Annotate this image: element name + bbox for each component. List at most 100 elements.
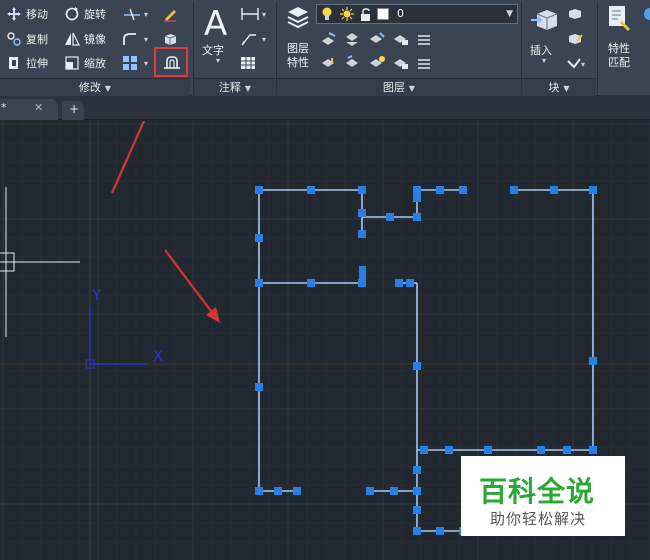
grip-handle [413,466,421,474]
trim-button[interactable]: ▾ [122,4,148,24]
properties-panel: 特性 匹配 [598,0,650,96]
dimension-dropdown-icon[interactable]: ▾ [262,10,266,19]
layer-properties-button[interactable]: 图层 特性 [281,2,315,76]
erase-button[interactable] [162,4,182,24]
grip-handle [413,506,421,514]
rotate-label: 旋转 [84,8,106,21]
rotate-button[interactable]: 旋转 [64,4,106,24]
layer-lock-icon[interactable] [392,31,410,51]
document-tab-label: * [1,101,7,114]
annotation-panel: A 文字 ▾ ▾ ▾ 注释 ▼ [194,0,276,96]
stretch-label: 拉伸 [26,57,48,70]
explode-button[interactable] [162,29,182,49]
text-dropdown-icon: ▾ [216,56,221,65]
mirror-icon [64,31,80,47]
red-arrow-up [110,121,146,194]
grip-handle [307,279,315,287]
mirror-button[interactable]: 镜像 [64,29,106,49]
edit-block-icon[interactable] [566,31,584,51]
unlock-icon [359,7,373,26]
copy-button[interactable]: 复制 [6,29,48,49]
offset-button-highlight[interactable] [154,47,188,77]
table-button[interactable] [240,53,260,73]
grip-handle [550,186,558,194]
move-button[interactable]: 移动 [6,4,48,24]
layers-panel-title[interactable]: 图层 ▼ [277,78,521,96]
grip-handle [413,186,421,194]
leader-dropdown-icon[interactable]: ▾ [262,35,266,44]
table-icon [240,55,256,71]
grip-handle [589,446,597,454]
layer-walk-icon[interactable] [416,31,434,51]
scale-icon [64,55,80,71]
layer-select[interactable]: 0 ▼ [316,4,518,24]
fillet-dropdown-icon[interactable]: ▾ [144,35,148,44]
grip-handle [359,266,366,287]
scale-label: 缩放 [84,57,106,70]
array-icon [122,55,138,71]
layer-off-icon[interactable] [320,31,338,51]
leader-button[interactable]: ▾ [240,29,266,49]
grip-handle [413,213,421,221]
layer-match-icon[interactable] [320,55,338,75]
panel-expand-icon: ▼ [104,84,112,93]
scale-button[interactable]: 缩放 [64,53,106,73]
grip-handle [413,487,421,495]
new-tab-button[interactable]: + [62,101,84,120]
array-button[interactable]: ▾ [122,53,148,73]
layer-freeze-icon[interactable] [368,31,386,51]
layer-thaw-icon[interactable] [368,55,386,75]
grip-handle [413,194,421,202]
modify-panel: 移动 旋转 ▾ 复制 镜像 ▾ 拉伸 缩放 ▾ 修改 ▼ [0,0,190,96]
grip-handle [293,487,301,495]
create-block-icon[interactable] [566,6,584,26]
dimension-button[interactable]: ▾ [240,4,266,24]
modify-panel-title[interactable]: 修改 ▼ [0,78,190,96]
trim-dropdown-icon[interactable]: ▾ [144,10,148,19]
layer-isolate-icon[interactable] [344,31,362,51]
bulb-icon [321,6,333,26]
text-icon: A [204,4,228,44]
grip-handle [420,446,428,454]
block-panel: 插入 ▾ ▾ 块 ▼ [522,0,596,96]
stretch-icon [6,55,22,71]
plus-icon: + [69,102,80,116]
copy-icon [6,31,22,47]
arrow-head-icon [206,307,220,323]
layer-tools-row-2 [320,53,440,73]
ucs-x-label: X [153,347,163,365]
annotation-panel-title[interactable]: 注释 ▼ [194,78,276,96]
watermark-title: 百科全说 [479,475,596,508]
color-wheel-icon[interactable] [640,6,650,25]
annotation-arrows [110,121,220,323]
grip-handle [537,446,545,454]
grip-handle [589,186,597,194]
grip-handle [413,527,421,535]
panel-expand-icon: ▼ [408,84,416,93]
grip-handle [436,527,444,535]
text-button[interactable]: A 文字 ▾ [200,2,236,76]
layer-unlock-icon[interactable] [392,55,410,75]
grip-handle [510,186,518,194]
move-icon [6,6,22,22]
close-icon[interactable]: ✕ [34,101,43,114]
fillet-button[interactable]: ▾ [122,29,148,49]
array-dropdown-icon[interactable]: ▾ [144,59,148,68]
stretch-button[interactable]: 拉伸 [6,53,48,73]
document-tab[interactable]: * ✕ [0,99,58,120]
insert-block-button[interactable]: 插入 ▾ [526,2,562,76]
mirror-label: 镜像 [84,33,106,46]
grip-handle [358,209,366,217]
grip-handle [255,186,263,194]
block-attribute-icon[interactable]: ▾ [566,55,588,75]
layer-previous-icon[interactable] [344,55,362,75]
watermark: 百科全说 助你轻松解决 [461,456,625,536]
match-properties-button[interactable]: 特性 匹配 [602,2,638,76]
layer-merge-icon[interactable] [416,55,434,75]
grip-handle [255,383,263,391]
explode-icon [162,31,178,47]
watermark-subtitle: 助你轻松解决 [490,510,587,528]
block-panel-title[interactable]: 块 ▼ [522,78,596,96]
grip-handle [459,186,467,194]
grip-handle [406,279,414,287]
